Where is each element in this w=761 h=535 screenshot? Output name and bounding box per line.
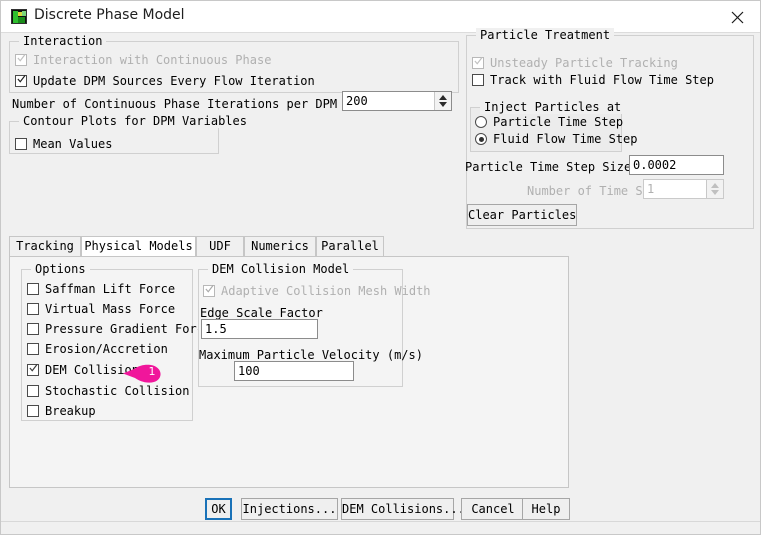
input-particle-time-step-size[interactable]: 0.0002 — [629, 155, 724, 175]
tabstrip: Tracking Physical Models UDF Numerics Pa… — [9, 236, 569, 257]
bottom-bar — [1, 521, 760, 534]
checkbox-label: Erosion/Accretion — [45, 342, 168, 356]
checkbox-label: Update DPM Sources Every Flow Iteration — [33, 74, 315, 88]
checkbox-label: Virtual Mass Force — [45, 302, 176, 316]
ok-button[interactable]: OK — [205, 498, 232, 520]
tab-udf[interactable]: UDF — [196, 236, 244, 256]
checkbox-box — [27, 405, 39, 417]
checkbox-label: Pressure Gradient Force — [45, 322, 212, 336]
clear-particles-button[interactable]: Clear Particles — [467, 204, 577, 226]
spinner-continuous-phase-iterations[interactable]: 200 — [342, 91, 452, 111]
checkbox-label: Unsteady Particle Tracking — [490, 56, 678, 70]
checkbox-box — [472, 57, 484, 69]
radio-label: Fluid Flow Time Step — [493, 132, 638, 146]
checkbox-box — [27, 283, 39, 295]
help-button[interactable]: Help — [522, 498, 570, 520]
chevron-down-icon — [711, 190, 719, 195]
titlebar: Discrete Phase Model — [1, 1, 760, 33]
inject-particles-at-group-label: Inject Particles at — [480, 100, 626, 114]
spinner-value: 200 — [346, 94, 368, 108]
checkbox-box — [27, 323, 39, 335]
radio-circle — [475, 133, 487, 145]
tab-numerics[interactable]: Numerics — [244, 236, 316, 256]
spinner-value: 1 — [647, 182, 655, 196]
input-edge-scale-factor[interactable]: 1.5 — [201, 319, 318, 339]
window-title: Discrete Phase Model — [34, 7, 185, 23]
tab-tracking[interactable]: Tracking — [9, 236, 81, 256]
label-maximum-particle-velocity: Maximum Particle Velocity (m/s) — [199, 348, 423, 362]
spinner-number-of-time-steps[interactable]: 1 — [643, 179, 724, 199]
spinner-arrows[interactable] — [434, 92, 451, 110]
radio-label: Particle Time Step — [493, 115, 624, 129]
checkbox-label: Stochastic Collision — [45, 384, 190, 398]
input-maximum-particle-velocity[interactable]: 100 — [234, 361, 354, 381]
checkbox-box — [27, 343, 39, 355]
contour-plots-group-label: Contour Plots for DPM Variables — [19, 114, 251, 128]
checkbox-label: Mean Values — [33, 137, 113, 151]
checkbox-label: DEM Collision — [45, 363, 139, 377]
spinner-arrows[interactable] — [706, 180, 723, 198]
checkbox-label: Breakup — [45, 404, 96, 418]
checkbox-box — [15, 54, 27, 66]
checkbox-box — [203, 285, 215, 297]
tab-physical-models[interactable]: Physical Models — [81, 236, 196, 257]
cancel-button[interactable]: Cancel — [461, 498, 525, 520]
checkbox-label: Interaction with Continuous Phase — [33, 53, 272, 67]
checkbox-label: Adaptive Collision Mesh Width — [221, 284, 431, 298]
app-icon — [11, 9, 27, 24]
tab-parallel[interactable]: Parallel — [316, 236, 384, 256]
chevron-up-icon — [711, 183, 719, 188]
chevron-down-icon — [439, 102, 447, 107]
checkbox-label: Saffman Lift Force — [45, 282, 176, 296]
checkbox-label: Track with Fluid Flow Time Step — [490, 73, 714, 87]
dem-collision-model-group-label: DEM Collision Model — [208, 262, 354, 276]
checkbox-box — [15, 75, 27, 87]
radio-circle — [475, 116, 487, 128]
close-icon[interactable] — [716, 1, 760, 31]
checkbox-box — [15, 138, 27, 150]
injections-button[interactable]: Injections... — [241, 498, 338, 520]
checkbox-box — [27, 364, 39, 376]
chevron-up-icon — [439, 95, 447, 100]
label-edge-scale-factor: Edge Scale Factor — [200, 306, 323, 320]
dem-collisions-button[interactable]: DEM Collisions... — [341, 498, 465, 520]
particle-treatment-group-label: Particle Treatment — [476, 28, 615, 42]
options-group-label: Options — [31, 262, 90, 276]
interaction-group-label: Interaction — [19, 34, 107, 48]
discrete-phase-model-dialog: Discrete Phase Model Interaction Interac… — [0, 0, 761, 535]
checkbox-box — [472, 74, 484, 86]
checkbox-box — [27, 303, 39, 315]
checkbox-box — [27, 385, 39, 397]
